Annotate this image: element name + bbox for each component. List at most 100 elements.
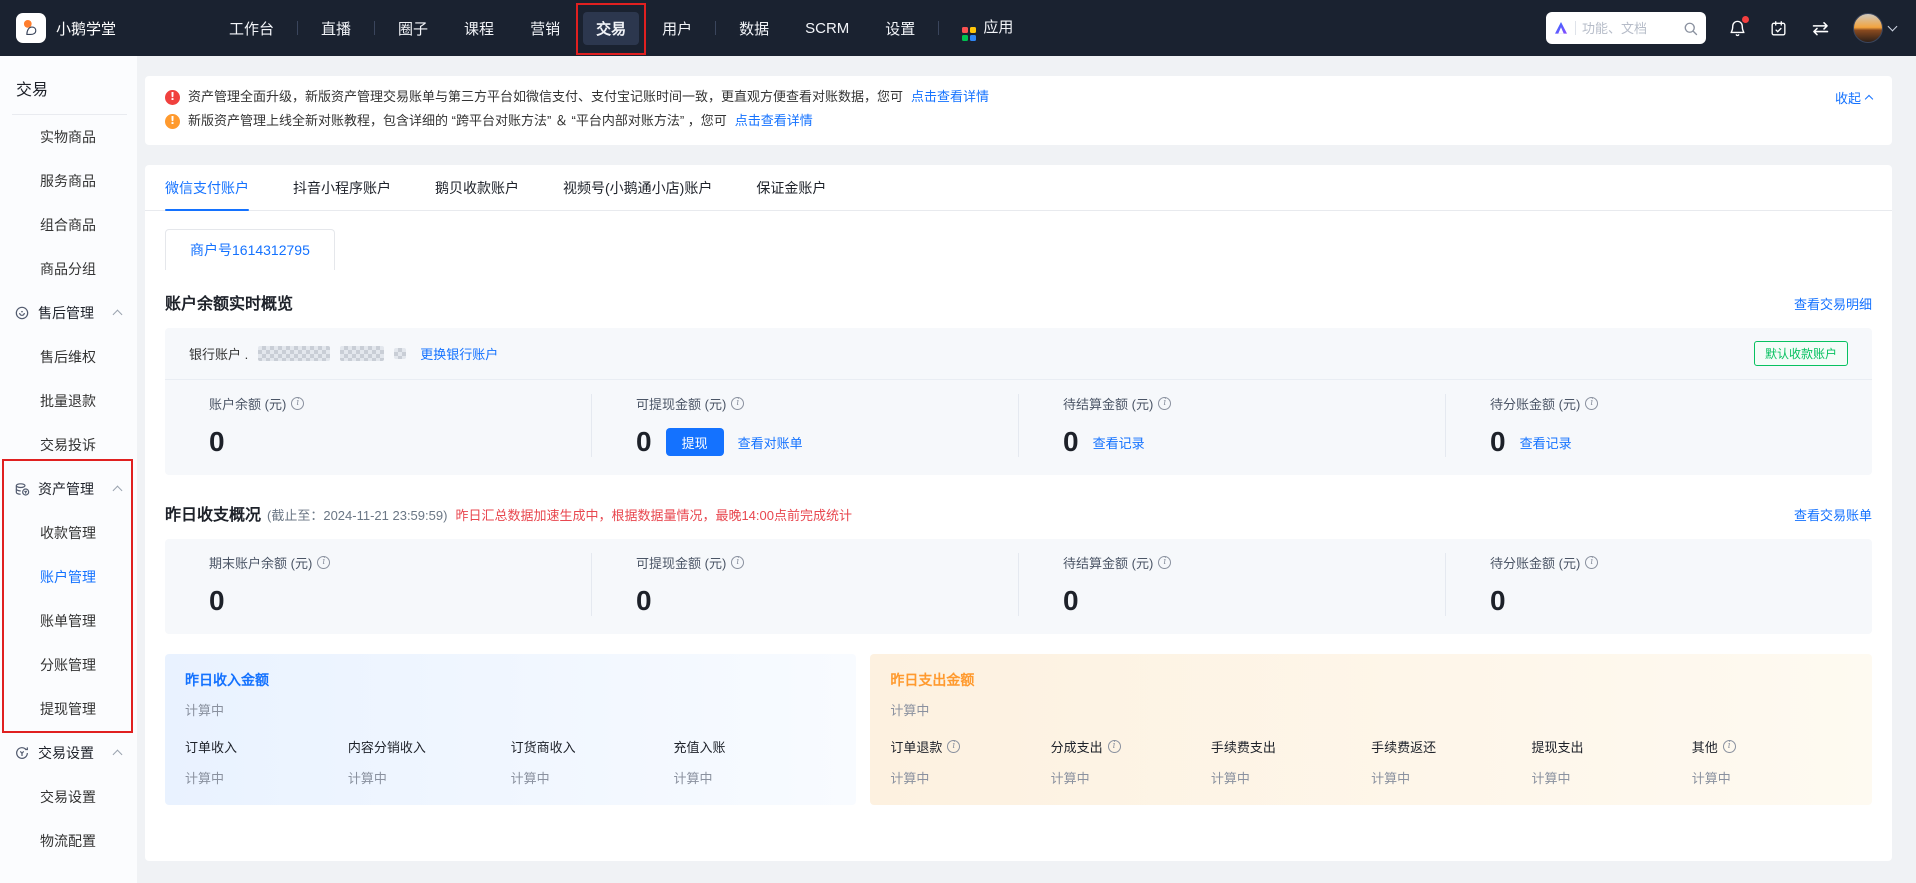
col-label: 待结算金额 (元) bbox=[1063, 553, 1445, 572]
sidebar-item-trade-settings[interactable]: 交易设置 bbox=[0, 775, 137, 819]
sidebar-item-batch-refund[interactable]: 批量退款 bbox=[0, 379, 137, 423]
sidebar-item-account-mgmt[interactable]: 账户管理 bbox=[0, 555, 137, 599]
assistant-logo-icon bbox=[1553, 20, 1569, 36]
nav-divider bbox=[715, 21, 716, 35]
nav-item-settings[interactable]: 设置 bbox=[872, 12, 928, 45]
account-card: 微信支付账户 抖音小程序账户 鹅贝收款账户 视频号(小鹅通小店)账户 保证金账户… bbox=[145, 165, 1892, 861]
col-label: 待结算金额 (元) bbox=[1063, 394, 1445, 413]
sidebar-item-combo-goods[interactable]: 组合商品 bbox=[0, 203, 137, 247]
account-balance-value: 0 bbox=[209, 427, 225, 457]
sidebar-group-asset-header[interactable]: 资产管理 bbox=[0, 467, 137, 511]
sidebar-group-aftersale-header[interactable]: 售后管理 bbox=[0, 291, 137, 335]
balance-col-pending-split: 待分账金额 (元) 0 查看记录 bbox=[1445, 394, 1872, 457]
info-icon[interactable] bbox=[1723, 740, 1736, 753]
sidebar-item-split-mgmt[interactable]: 分账管理 bbox=[0, 643, 137, 687]
info-icon[interactable] bbox=[1585, 397, 1598, 410]
view-records-link[interactable]: 查看记录 bbox=[1093, 433, 1145, 452]
user-menu[interactable] bbox=[1853, 13, 1896, 43]
tab-deposit[interactable]: 保证金账户 bbox=[756, 165, 826, 211]
search-icon[interactable] bbox=[1683, 21, 1698, 36]
col-label-text: 账户余额 (元) bbox=[209, 394, 286, 413]
info-icon[interactable] bbox=[1108, 740, 1121, 753]
income-col-content-distribution: 内容分销收入 计算中 bbox=[348, 737, 511, 787]
info-icon[interactable] bbox=[291, 397, 304, 410]
nav-item-course[interactable]: 课程 bbox=[451, 12, 507, 45]
info-icon[interactable] bbox=[947, 740, 960, 753]
notification-bell-icon[interactable] bbox=[1728, 19, 1747, 38]
balance-section-header: 账户余额实时概览 查看交易明细 bbox=[165, 290, 1872, 314]
alert-text: 新版资产管理上线全新对账教程，包含详细的 “跨平台对账方法” ＆ “平台内部对账… bbox=[188, 111, 727, 131]
expense-card: 昨日支出金额 计算中 订单退款 计算中 分成支出 计算中 手续费支出 计算中 bbox=[870, 654, 1872, 805]
nav-item-scrm[interactable]: SCRM bbox=[792, 14, 862, 43]
swap-shop-icon[interactable] bbox=[1810, 18, 1831, 39]
sidebar-item-aftersale-rights[interactable]: 售后维权 bbox=[0, 335, 137, 379]
sidebar-item-withdraw-mgmt[interactable]: 提现管理 bbox=[0, 687, 137, 731]
yesterday-columns: 期末账户余额 (元) 0 可提现金额 (元) 0 待结算金额 (元) bbox=[165, 539, 1872, 634]
view-transaction-detail-link[interactable]: 查看交易明细 bbox=[1794, 294, 1872, 313]
sidebar-item-service-goods[interactable]: 服务商品 bbox=[0, 159, 137, 203]
expense-col-label: 分成支出 bbox=[1051, 737, 1103, 756]
sidebar-item-logistics-config[interactable]: 物流配置 bbox=[0, 819, 137, 863]
sidebar-item-bill-mgmt[interactable]: 账单管理 bbox=[0, 599, 137, 643]
redacted-bank-number bbox=[340, 346, 384, 361]
sidebar-group-trade-settings-header[interactable]: 交易设置 bbox=[0, 731, 137, 775]
nav-item-workbench[interactable]: 工作台 bbox=[216, 12, 287, 45]
alert-detail-link[interactable]: 点击查看详情 bbox=[911, 87, 989, 107]
expense-col-value: 计算中 bbox=[1211, 768, 1371, 787]
expense-col-value: 计算中 bbox=[890, 768, 1050, 787]
generating-notice: 昨日汇总数据加速生成中，根据数据量情况，最晚14:00点前完成统计 bbox=[455, 505, 852, 524]
yesterday-section-header: 昨日收支概况 (截止至：2024-11-21 23:59:59) 昨日汇总数据加… bbox=[165, 501, 1872, 525]
nav-item-marketing[interactable]: 营销 bbox=[517, 12, 573, 45]
redacted-bank-name bbox=[258, 346, 330, 361]
merchant-id-tab[interactable]: 商户号1614312795 bbox=[165, 229, 335, 270]
tab-goose-coin[interactable]: 鹅贝收款账户 bbox=[435, 165, 519, 211]
ending-balance-value: 0 bbox=[209, 586, 225, 616]
sidebar-item-physical-goods[interactable]: 实物商品 bbox=[0, 115, 137, 159]
asset-coins-icon bbox=[14, 481, 30, 497]
view-trade-bill-link[interactable]: 查看交易账单 bbox=[1794, 505, 1872, 524]
search-input[interactable] bbox=[1582, 21, 1677, 36]
expense-col-refund: 订单退款 计算中 bbox=[890, 737, 1050, 787]
info-icon[interactable] bbox=[731, 397, 744, 410]
collapse-button[interactable]: 收起 bbox=[1835, 88, 1872, 107]
info-icon[interactable] bbox=[1158, 397, 1171, 410]
expense-card-title: 昨日支出金额 bbox=[890, 670, 1852, 690]
app-logo[interactable]: 小鹅学堂 bbox=[16, 13, 216, 43]
nav-item-apps[interactable]: 应用 bbox=[949, 10, 1026, 47]
tab-wechat-pay[interactable]: 微信支付账户 bbox=[165, 165, 249, 211]
sidebar-item-trade-complaint[interactable]: 交易投诉 bbox=[0, 423, 137, 467]
expense-col-value: 计算中 bbox=[1371, 768, 1531, 787]
info-icon[interactable] bbox=[317, 556, 330, 569]
info-icon[interactable] bbox=[731, 556, 744, 569]
sidebar-item-goods-group[interactable]: 商品分组 bbox=[0, 247, 137, 291]
aftersale-icon bbox=[14, 305, 30, 321]
income-col-label: 充值入账 bbox=[673, 737, 725, 756]
alert-detail-link[interactable]: 点击查看详情 bbox=[735, 111, 813, 131]
sidebar-item-collection-mgmt[interactable]: 收款管理 bbox=[0, 511, 137, 555]
alert-text: 资产管理全面升级，新版资产管理交易账单与第三方平台如微信支付、支付宝记账时间一致… bbox=[188, 87, 903, 107]
yesterday-col-pending-split: 待分账金额 (元) 0 bbox=[1445, 553, 1872, 616]
info-icon[interactable] bbox=[1158, 556, 1171, 569]
nav-item-data[interactable]: 数据 bbox=[726, 12, 782, 45]
nav-item-live[interactable]: 直播 bbox=[308, 12, 364, 45]
calendar-icon[interactable] bbox=[1769, 19, 1788, 38]
view-records-link[interactable]: 查看记录 bbox=[1520, 433, 1572, 452]
nav-item-users[interactable]: 用户 bbox=[649, 12, 705, 45]
nav-item-trade[interactable]: 交易 bbox=[583, 12, 639, 45]
nav-item-circle[interactable]: 圈子 bbox=[385, 12, 441, 45]
expense-col-withdraw: 提现支出 计算中 bbox=[1531, 737, 1691, 787]
sidebar-group-aftersale-label: 售后管理 bbox=[38, 303, 94, 323]
view-statement-link[interactable]: 查看对账单 bbox=[738, 433, 803, 452]
income-col-supplier: 订货商收入 计算中 bbox=[511, 737, 674, 787]
navbar-right bbox=[1546, 12, 1896, 44]
income-columns: 订单收入 计算中 内容分销收入 计算中 订货商收入 计算中 充值入账 计算中 bbox=[185, 737, 836, 787]
balance-col-account: 账户余额 (元) 0 bbox=[165, 394, 591, 457]
tab-video-channel[interactable]: 视频号(小鹅通小店)账户 bbox=[563, 165, 712, 211]
info-icon[interactable] bbox=[1585, 556, 1598, 569]
change-bank-link[interactable]: 更换银行账户 bbox=[420, 344, 498, 363]
income-col-label: 订货商收入 bbox=[511, 737, 576, 756]
withdraw-button[interactable]: 提现 bbox=[666, 428, 724, 456]
expense-col-fee-return: 手续费返还 计算中 bbox=[1371, 737, 1531, 787]
tab-douyin-miniapp[interactable]: 抖音小程序账户 bbox=[293, 165, 391, 211]
global-search[interactable] bbox=[1546, 12, 1706, 44]
